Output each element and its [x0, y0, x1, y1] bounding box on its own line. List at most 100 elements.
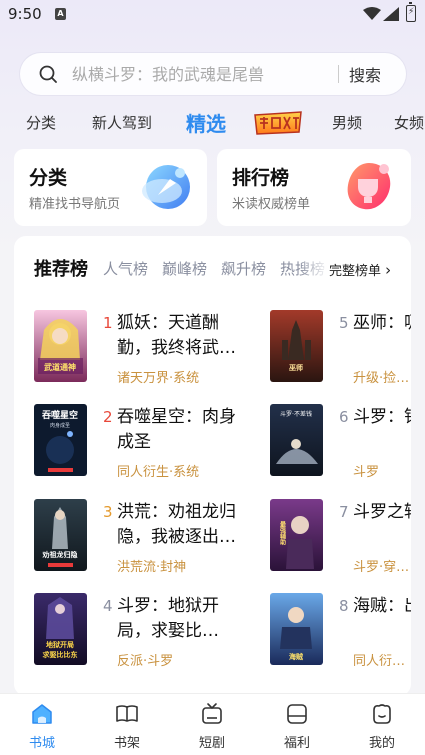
- book-tag: 斗罗·穿…: [353, 560, 410, 575]
- book-rank: 1: [103, 314, 113, 332]
- nav-profile[interactable]: 我的: [352, 702, 412, 751]
- book-tag: 同人衍生·系统: [117, 465, 200, 480]
- book-title: 巫师：吸法开…: [353, 313, 411, 333]
- book-cover: 地狱开局 求娶比比东: [34, 593, 87, 665]
- book-rank: 8: [339, 597, 349, 615]
- trophy-icon: [347, 163, 391, 210]
- profile-icon: [373, 704, 391, 724]
- book-cover: 巫师: [270, 310, 323, 382]
- tab-peak[interactable]: 巅峰榜: [162, 258, 207, 279]
- book-rank: 2: [103, 408, 113, 426]
- bottom-nav: 书城 书架 短剧 福利 我的: [0, 693, 425, 755]
- tab-rising[interactable]: 飙升榜: [221, 258, 266, 279]
- book-item[interactable]: 地狱开局 求娶比比东 4 斗罗：地狱开局，求娶比… 反派·斗罗: [34, 593, 234, 669]
- book-cover: 最强辅助: [270, 499, 323, 571]
- book-tag: 同人衍…: [353, 654, 406, 669]
- book-cover: 海贼: [270, 593, 323, 665]
- bookstore-icon: [32, 704, 52, 724]
- status-time: 9:50: [8, 5, 42, 23]
- book-item[interactable]: 武道通神 1 狐妖：天道酬勤，我终将武… 诸天万界·系统: [34, 310, 236, 386]
- book-rank: 5: [339, 314, 349, 332]
- compass-icon: [142, 165, 190, 209]
- book-rank: 7: [339, 503, 349, 521]
- category-card-title: 分类: [29, 167, 68, 189]
- book-tag: 诸天万界·系统: [117, 371, 200, 386]
- book-item[interactable]: 吞噬星空 肉身成圣 2 吞噬星空：肉身成圣 同人衍生·系统: [34, 404, 236, 480]
- svg-text:劝祖龙归隐: 劝祖龙归隐: [42, 550, 78, 559]
- tab-popular[interactable]: 人气榜: [103, 258, 148, 279]
- svg-text:最强辅助: 最强辅助: [279, 520, 286, 546]
- ranking-panel: 推荐榜 人气榜 巅峰榜 飙升榜 热搜榜 完整榜单 › 武道通神 1 狐妖：天道酬…: [14, 236, 411, 696]
- book-title: 狐妖：天道酬勤，我终将武…: [117, 313, 236, 358]
- nav-bookshelf[interactable]: 书架: [97, 702, 157, 751]
- book-tag: 洪荒流·封神: [117, 560, 187, 575]
- search-button[interactable]: 搜索: [349, 62, 381, 86]
- bookshelf-icon: [116, 705, 138, 722]
- welfare-icon: [287, 704, 307, 724]
- signal-icon: [383, 7, 399, 21]
- book-title: 斗罗：地狱开局，求娶比…: [117, 596, 219, 641]
- wifi-icon: [363, 7, 381, 20]
- nav-bookstore[interactable]: 书城: [12, 702, 72, 751]
- book-item[interactable]: 海贼 8 海贼：出剑 同人衍…: [270, 593, 411, 669]
- book-rank: 4: [103, 597, 113, 615]
- status-bar: 9:50 A ⚡: [0, 0, 425, 30]
- nav-bookshelf-label: 书架: [113, 736, 140, 751]
- nav-short-drama[interactable]: 短剧: [182, 702, 242, 751]
- notification-icon: A: [55, 8, 66, 20]
- book-cover: 吞噬星空 肉身成圣: [34, 404, 87, 476]
- book-title: 洪荒：劝祖龙归隐，我被逐出…: [117, 502, 236, 547]
- nav-bookstore-label: 书城: [28, 736, 55, 751]
- tab-featured[interactable]: 精选: [186, 108, 226, 137]
- search-divider: [338, 65, 339, 83]
- svg-text:吞噬星空: 吞噬星空: [42, 409, 78, 421]
- svg-text:海贼: 海贼: [289, 652, 303, 661]
- book-cover: 武道通神: [34, 310, 87, 382]
- book-tag: 反派·斗罗: [117, 654, 174, 669]
- svg-text:求娶比比东: 求娶比比东: [43, 650, 78, 659]
- nav-welfare-label: 福利: [283, 736, 310, 751]
- svg-text:肉身成圣: 肉身成圣: [50, 422, 70, 429]
- nav-short-drama-label: 短剧: [198, 736, 225, 751]
- category-card-subtitle: 精准找书导航页: [29, 197, 121, 212]
- book-item[interactable]: 巫师 5 巫师：吸法开… 升级·捡…: [270, 310, 411, 386]
- nav-profile-label: 我的: [368, 736, 395, 751]
- book-rank: 3: [103, 503, 113, 521]
- category-card[interactable]: 分类 精准找书导航页: [14, 149, 207, 226]
- tab-category[interactable]: 分类: [26, 112, 56, 133]
- book-cover: 劝祖龙归隐: [34, 499, 87, 571]
- book-title: 斗罗之辅助: [353, 502, 411, 522]
- book-rank: 6: [339, 408, 349, 426]
- book-tag: 升级·捡…: [353, 371, 410, 386]
- book-tag: 斗罗: [353, 465, 380, 480]
- ranking-card-subtitle: 米读权威榜单: [232, 197, 311, 212]
- chevron-right-icon: ›: [385, 261, 392, 279]
- ranking-header: 推荐榜 人气榜 巅峰榜 飙升榜 热搜榜 完整榜单 ›: [14, 252, 411, 282]
- battery-icon: ⚡: [406, 2, 416, 22]
- ranking-card-title: 排行榜: [232, 167, 290, 189]
- tab-super-new-book[interactable]: [253, 111, 303, 135]
- book-cover: 斗罗·不差钱: [270, 404, 323, 476]
- book-title: 吞噬星空：肉身成圣: [117, 407, 236, 452]
- book-item[interactable]: 劝祖龙归隐 3 洪荒：劝祖龙归隐，我被逐出… 洪荒流·封神: [34, 499, 236, 575]
- svg-text:武道通神: 武道通神: [44, 362, 76, 372]
- ranking-card[interactable]: 排行榜 米读权威榜单: [217, 149, 411, 226]
- channel-tabs: 分类 新人驾到 精选 男频 女频: [0, 102, 425, 142]
- svg-text:斗罗·不差钱: 斗罗·不差钱: [280, 410, 312, 418]
- book-item[interactable]: 斗罗·不差钱 6 斗罗：钱！ 斗罗: [270, 404, 411, 480]
- search-icon: [39, 65, 57, 83]
- book-item[interactable]: 最强辅助 7 斗罗之辅助 斗罗·穿…: [270, 499, 411, 575]
- full-ranking-link[interactable]: 完整榜单 ›: [327, 260, 392, 279]
- book-title: 斗罗：钱！: [353, 407, 411, 427]
- book-title: 海贼：出剑: [353, 596, 411, 616]
- svg-text:地狱开局: 地狱开局: [46, 640, 74, 649]
- tab-newcomer[interactable]: 新人驾到: [92, 112, 152, 133]
- tab-female[interactable]: 女频: [394, 112, 424, 133]
- tab-male[interactable]: 男频: [332, 112, 362, 133]
- ranking-title: 推荐榜: [34, 259, 88, 280]
- search-bar[interactable]: 搜索: [20, 53, 406, 95]
- short-drama-icon: [202, 703, 222, 724]
- svg-text:巫师: 巫师: [289, 363, 303, 372]
- search-input[interactable]: [72, 64, 342, 84]
- nav-welfare[interactable]: 福利: [267, 702, 327, 751]
